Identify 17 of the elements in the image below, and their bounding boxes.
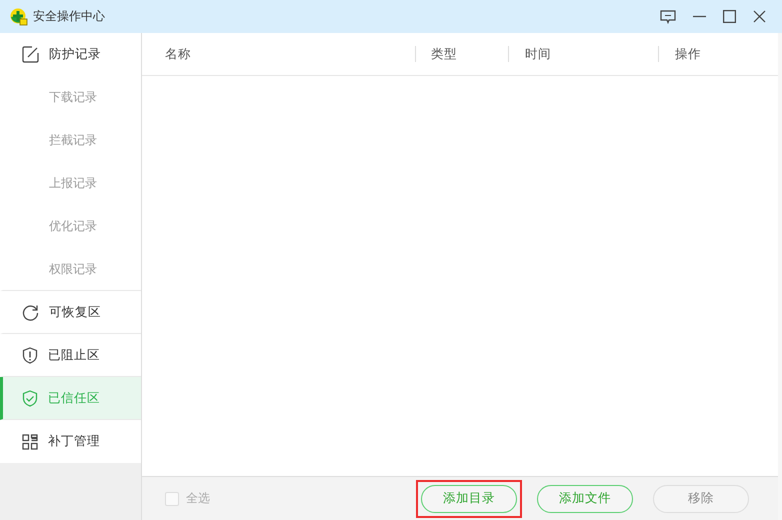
edit-icon [22,46,39,63]
refresh-icon [22,304,39,320]
app-logo-icon [10,8,28,26]
shield-alert-icon [22,346,38,364]
shield-check-icon [22,390,38,406]
window-title: 安全操作中心 [33,8,105,25]
column-header[interactable]: 操作 [658,46,701,62]
grid-icon [22,434,38,450]
maximize-icon[interactable] [723,10,736,23]
column-header[interactable]: 名称 [142,46,415,62]
close-icon[interactable] [753,10,766,23]
sidebar-item[interactable]: 已信任区 [0,377,141,420]
footer-button[interactable]: 添加目录 [421,484,517,512]
footer-button[interactable]: 添加文件 [537,484,633,512]
column-header[interactable]: 时间 [508,46,658,62]
column-header[interactable]: 类型 [415,46,508,62]
feedback-icon[interactable] [660,10,676,24]
